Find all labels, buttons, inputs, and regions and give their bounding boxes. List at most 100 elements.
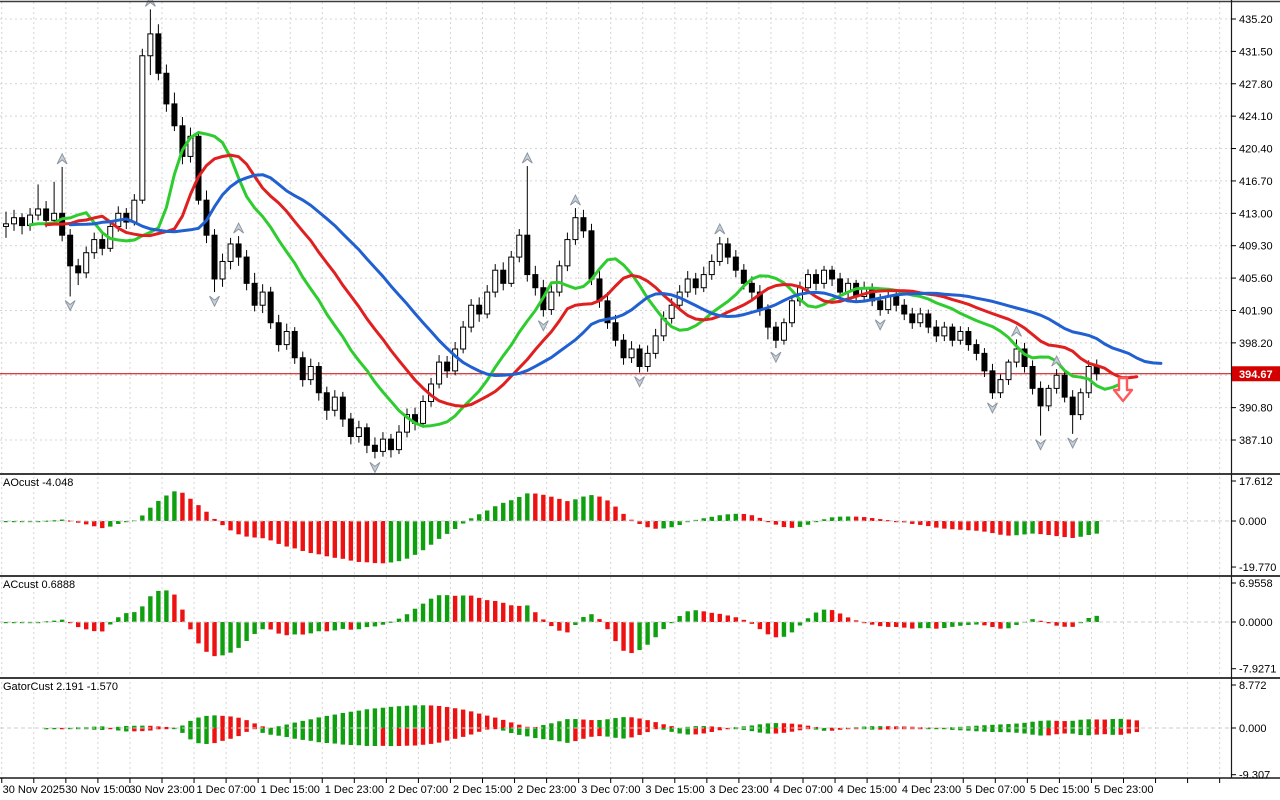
candle[interactable]: [437, 362, 442, 384]
candle[interactable]: [725, 244, 730, 257]
candle[interactable]: [196, 136, 201, 200]
candle[interactable]: [565, 240, 570, 266]
candle[interactable]: [493, 270, 498, 292]
candle[interactable]: [44, 209, 49, 220]
candle[interactable]: [236, 244, 241, 257]
candle[interactable]: [693, 279, 698, 288]
candle[interactable]: [822, 270, 827, 283]
candle[interactable]: [942, 327, 947, 336]
candle[interactable]: [300, 358, 305, 380]
candle[interactable]: [878, 301, 883, 310]
candle[interactable]: [308, 366, 313, 379]
candle[interactable]: [517, 235, 522, 257]
candle[interactable]: [445, 362, 450, 371]
candle[interactable]: [348, 419, 353, 437]
chart-canvas[interactable]: 435.20431.50427.80424.10420.40416.70413.…: [0, 0, 1280, 800]
candle[interactable]: [806, 275, 811, 288]
candle[interactable]: [1062, 375, 1067, 397]
candle[interactable]: [140, 56, 145, 200]
candle[interactable]: [950, 327, 955, 340]
candle[interactable]: [830, 270, 835, 279]
candle[interactable]: [910, 314, 915, 323]
candle[interactable]: [982, 353, 987, 371]
candle[interactable]: [701, 275, 706, 288]
candle[interactable]: [966, 331, 971, 344]
candle[interactable]: [316, 366, 321, 392]
candle[interactable]: [340, 397, 345, 419]
candle[interactable]: [749, 283, 754, 292]
candle[interactable]: [501, 270, 506, 283]
candle[interactable]: [573, 218, 578, 240]
candle[interactable]: [388, 439, 393, 450]
candle[interactable]: [557, 266, 562, 292]
candle[interactable]: [926, 314, 931, 327]
candle[interactable]: [356, 428, 361, 437]
candle[interactable]: [1070, 397, 1075, 415]
candle[interactable]: [380, 439, 385, 451]
candle[interactable]: [789, 301, 794, 323]
candle[interactable]: [156, 34, 161, 73]
candle[interactable]: [20, 218, 25, 226]
candle[interactable]: [1046, 388, 1051, 406]
candle[interactable]: [76, 266, 81, 273]
candle[interactable]: [549, 292, 554, 310]
candle[interactable]: [918, 314, 923, 323]
candle[interactable]: [525, 235, 530, 274]
candle[interactable]: [1038, 388, 1043, 406]
candle[interactable]: [268, 292, 273, 323]
candle[interactable]: [974, 345, 979, 354]
candle[interactable]: [814, 275, 819, 284]
candle[interactable]: [212, 235, 217, 279]
candle[interactable]: [477, 305, 482, 314]
candle[interactable]: [1014, 349, 1019, 362]
candle[interactable]: [773, 327, 778, 340]
candle[interactable]: [284, 331, 289, 344]
candle[interactable]: [621, 340, 626, 358]
candle[interactable]: [132, 200, 137, 222]
candle[interactable]: [934, 327, 939, 336]
candle[interactable]: [509, 257, 514, 283]
candle[interactable]: [765, 310, 770, 328]
candle[interactable]: [52, 213, 57, 220]
candle[interactable]: [717, 244, 722, 262]
candle[interactable]: [1078, 393, 1083, 415]
candle[interactable]: [68, 235, 73, 266]
candle[interactable]: [894, 296, 899, 305]
candle[interactable]: [332, 397, 337, 410]
candle[interactable]: [613, 323, 618, 341]
candle[interactable]: [260, 292, 265, 305]
candle[interactable]: [244, 257, 249, 283]
candle[interactable]: [581, 218, 586, 231]
candle[interactable]: [733, 257, 738, 270]
candle[interactable]: [364, 428, 369, 446]
candle[interactable]: [990, 371, 995, 393]
candle[interactable]: [100, 240, 105, 249]
candle[interactable]: [669, 305, 674, 318]
candle[interactable]: [741, 270, 746, 283]
candle[interactable]: [461, 327, 466, 349]
candle[interactable]: [469, 305, 474, 327]
candle[interactable]: [172, 104, 177, 126]
candle[interactable]: [645, 353, 650, 366]
candle[interactable]: [1054, 375, 1059, 388]
candle[interactable]: [372, 445, 377, 451]
candle[interactable]: [228, 244, 233, 262]
candle[interactable]: [629, 349, 634, 358]
candle[interactable]: [292, 331, 297, 357]
candle[interactable]: [637, 349, 642, 367]
candle[interactable]: [958, 331, 963, 340]
candle[interactable]: [781, 323, 786, 341]
candle[interactable]: [653, 336, 658, 354]
candle[interactable]: [252, 283, 257, 305]
candle[interactable]: [902, 305, 907, 314]
candle[interactable]: [1006, 362, 1011, 380]
candle[interactable]: [1030, 366, 1035, 388]
candle[interactable]: [276, 323, 281, 345]
candle[interactable]: [84, 253, 89, 273]
candle[interactable]: [164, 73, 169, 104]
candle[interactable]: [220, 261, 225, 279]
candle[interactable]: [324, 393, 329, 411]
candle[interactable]: [421, 402, 426, 424]
candle[interactable]: [838, 279, 843, 292]
candle[interactable]: [685, 279, 690, 292]
